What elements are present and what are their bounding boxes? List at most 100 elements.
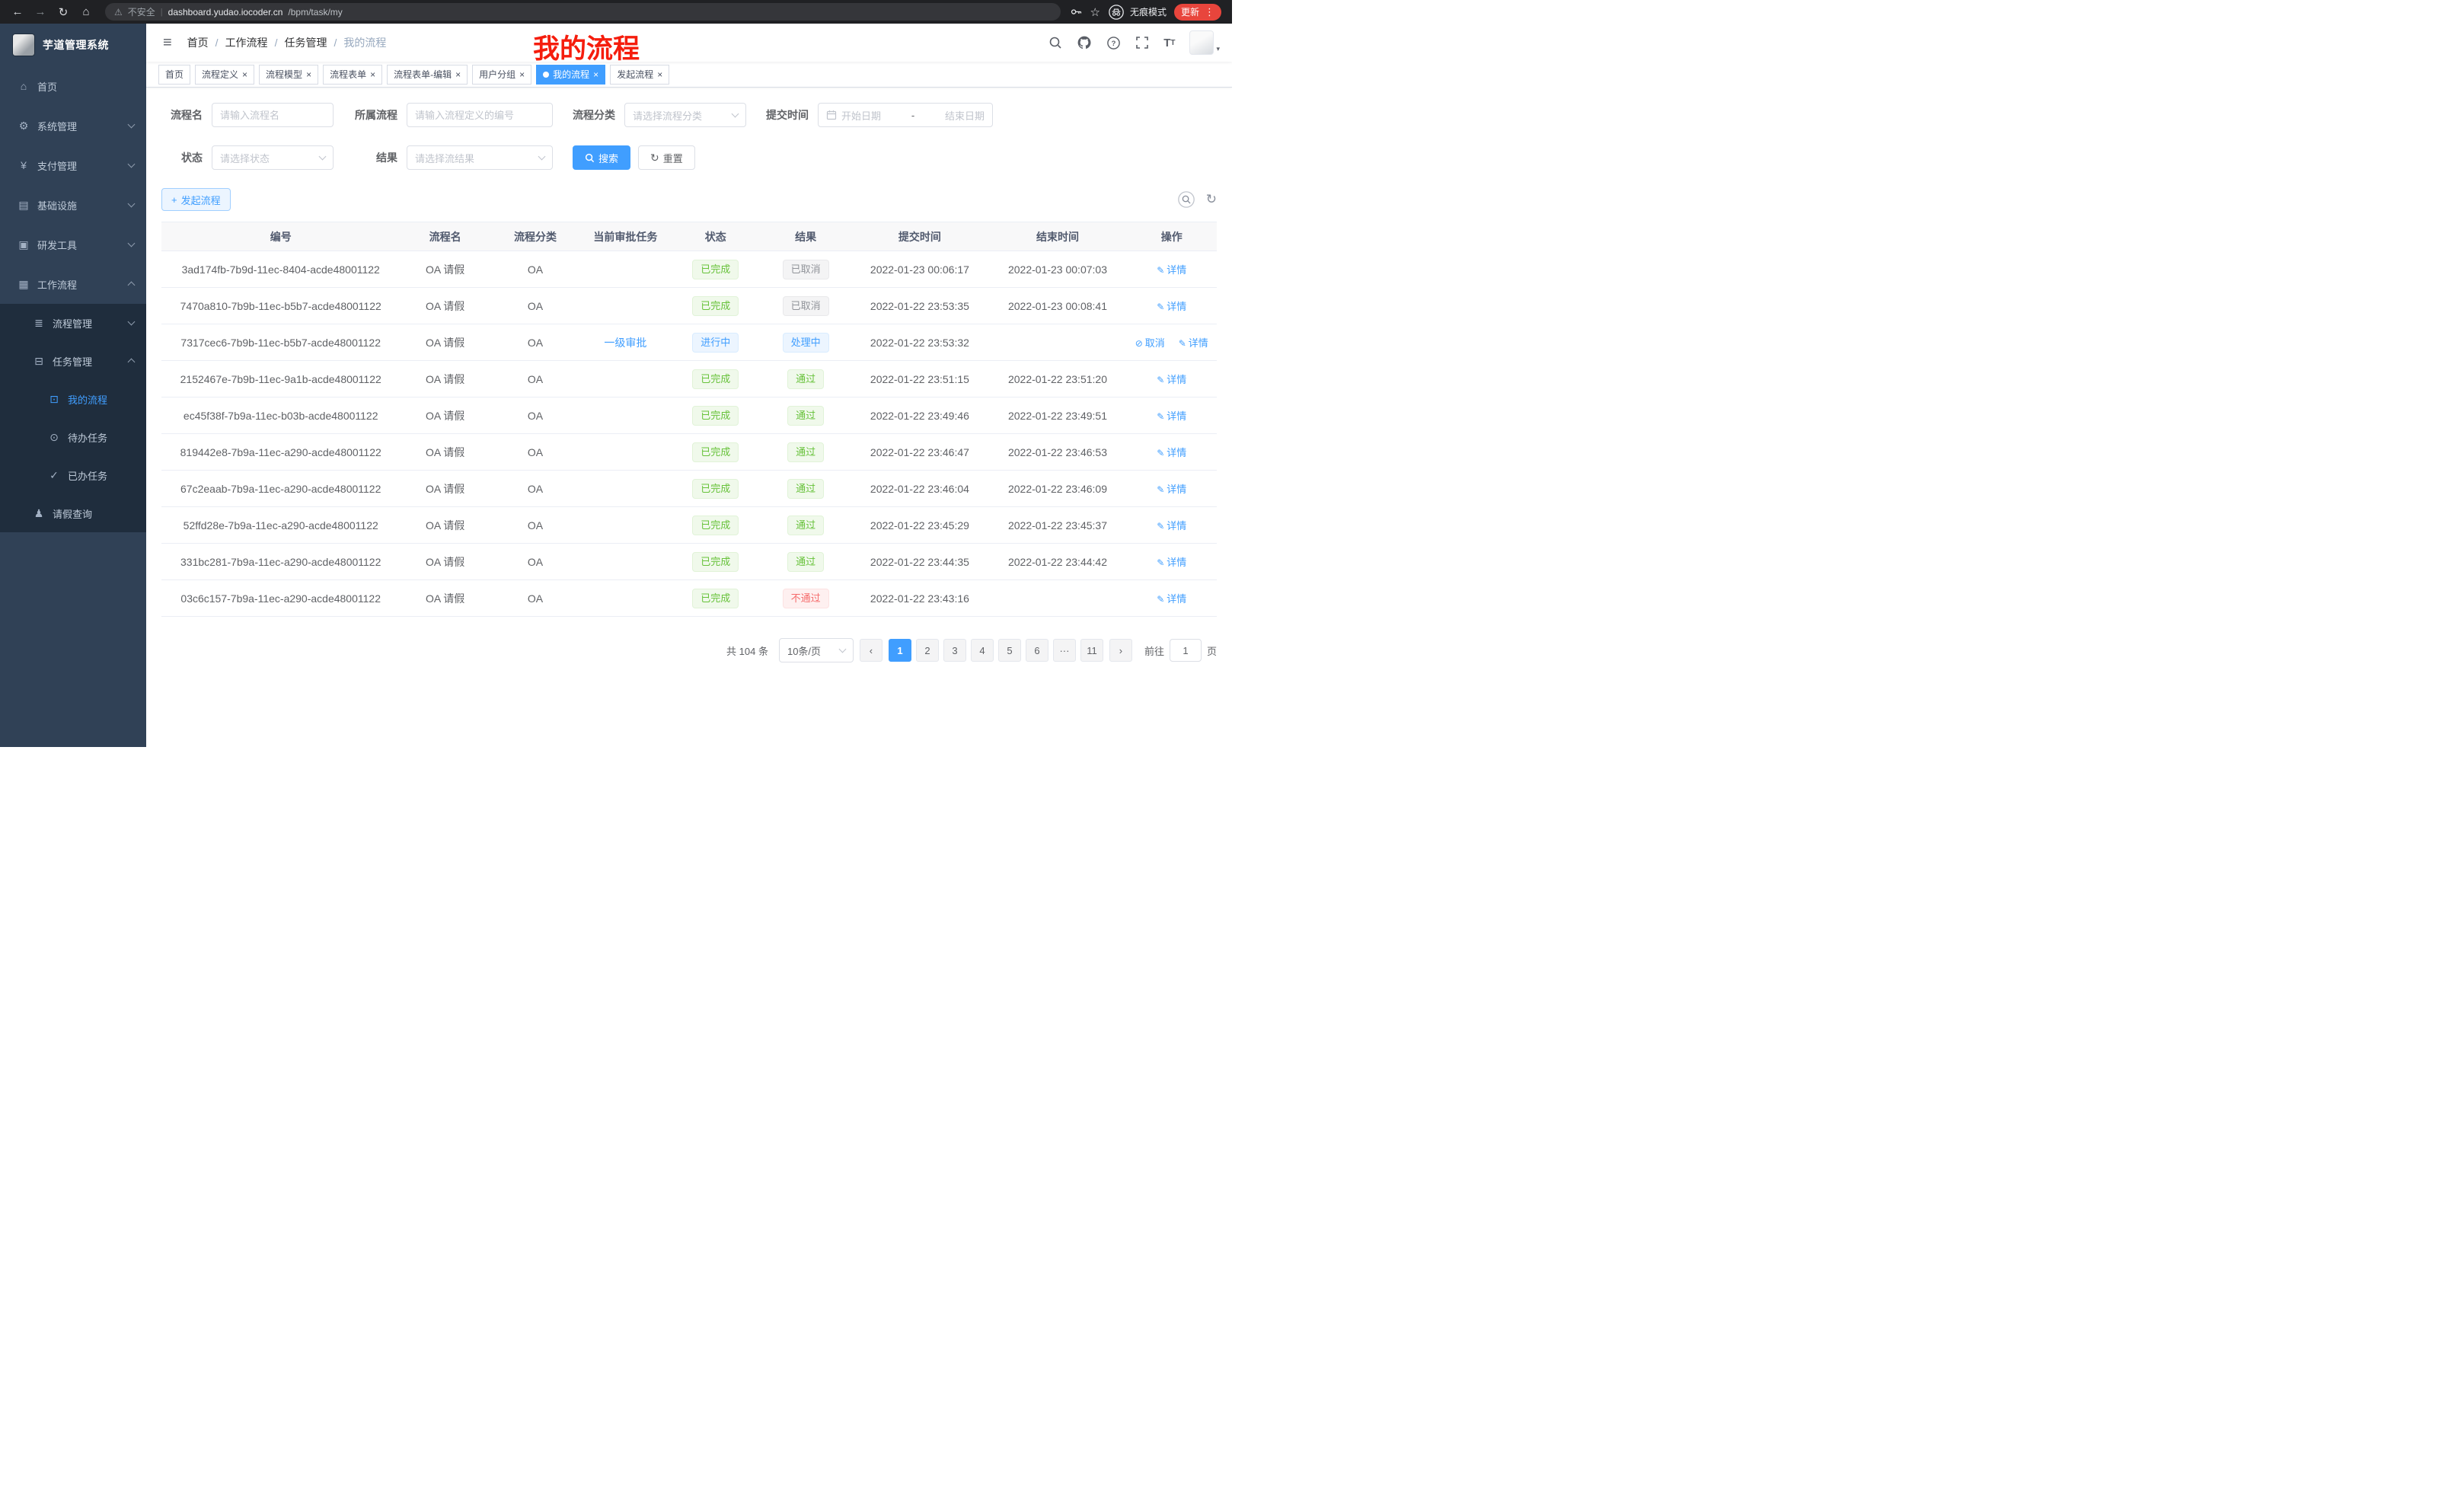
page-button[interactable]: ···: [1053, 639, 1076, 662]
sidebar-item-infrastructure[interactable]: ▤ 基础设施: [0, 185, 146, 225]
cell-actions: ✎详情: [1127, 507, 1217, 544]
next-page-button[interactable]: ›: [1109, 639, 1132, 662]
cell-result: 处理中: [761, 324, 851, 361]
tab-user-group[interactable]: 用户分组 ×: [472, 65, 531, 85]
fullscreen-icon[interactable]: [1135, 36, 1149, 49]
refresh-table-icon[interactable]: ↻: [1206, 192, 1217, 207]
tab-process-model[interactable]: 流程模型 ×: [259, 65, 318, 85]
status-select[interactable]: 请选择状态: [212, 145, 334, 170]
update-button[interactable]: 更新 ⋮: [1174, 4, 1221, 21]
detail-action[interactable]: ✎详情: [1157, 374, 1186, 385]
cell-actions: ✎详情: [1127, 471, 1217, 507]
sidebar-item-system-management[interactable]: ⚙ 系统管理: [0, 106, 146, 145]
detail-action[interactable]: ✎详情: [1157, 447, 1186, 458]
tab-home[interactable]: 首页: [158, 65, 190, 85]
app-logo[interactable]: 芋道管理系统: [0, 24, 146, 66]
browser-menu-icon[interactable]: ⋮: [1205, 6, 1214, 18]
sidebar-item-home[interactable]: ⌂ 首页: [0, 66, 146, 106]
tab-process-form[interactable]: 流程表单 ×: [323, 65, 382, 85]
detail-action[interactable]: ✎详情: [1157, 520, 1186, 532]
page-button[interactable]: 11: [1080, 639, 1103, 662]
detail-action[interactable]: ✎详情: [1157, 264, 1186, 276]
close-icon[interactable]: ×: [455, 70, 461, 79]
table-row: 03c6c157-7b9a-11ec-a290-acde48001122 OA …: [161, 580, 1217, 617]
cell-result: 通过: [761, 397, 851, 434]
tab-process-definition[interactable]: 流程定义 ×: [195, 65, 254, 85]
close-icon[interactable]: ×: [370, 70, 375, 79]
breadcrumb-item[interactable]: 首页: [187, 35, 209, 50]
page-button[interactable]: 1: [889, 639, 911, 662]
detail-action[interactable]: ✎详情: [1157, 301, 1186, 312]
search-icon[interactable]: [1048, 36, 1062, 49]
detail-action[interactable]: ✎详情: [1157, 557, 1186, 568]
page-button[interactable]: 5: [998, 639, 1021, 662]
detail-action[interactable]: ✎详情: [1157, 593, 1186, 605]
page-size-select[interactable]: 10条/页: [779, 638, 854, 662]
sidebar-item-task-management[interactable]: ⊟ 任务管理: [0, 342, 146, 380]
sidebar-item-todo-tasks[interactable]: ⊙ 待办任务: [0, 418, 146, 456]
sidebar-item-process-management[interactable]: ≣ 流程管理: [0, 304, 146, 342]
breadcrumb-item[interactable]: 工作流程: [225, 35, 268, 50]
tab-process-form-edit[interactable]: 流程表单-编辑 ×: [387, 65, 468, 85]
help-icon[interactable]: ?: [1106, 36, 1121, 50]
category-select[interactable]: 请选择流程分类: [624, 103, 746, 127]
page-jump-input[interactable]: [1170, 639, 1202, 662]
tab-my-process[interactable]: 我的流程 ×: [536, 65, 605, 85]
cell-id: 819442e8-7b9a-11ec-a290-acde48001122: [161, 434, 400, 471]
close-icon[interactable]: ×: [657, 70, 662, 79]
reset-button[interactable]: ↻ 重置: [638, 145, 695, 170]
cancel-action[interactable]: ⊘取消: [1135, 337, 1165, 349]
incognito-label: 无痕模式: [1130, 5, 1167, 18]
page-button[interactable]: 3: [943, 639, 966, 662]
close-icon[interactable]: ×: [593, 70, 598, 79]
close-icon[interactable]: ×: [306, 70, 311, 79]
start-process-button[interactable]: + 发起流程: [161, 188, 231, 211]
tab-label: 首页: [165, 68, 184, 81]
tab-start-process[interactable]: 发起流程 ×: [610, 65, 669, 85]
edit-icon: ✎: [1157, 448, 1164, 458]
sidebar-item-workflow[interactable]: ▦ 工作流程: [0, 264, 146, 304]
submit-time-range-picker[interactable]: 开始日期 - 结束日期: [818, 103, 993, 127]
bookmark-star-icon[interactable]: ☆: [1090, 5, 1100, 19]
detail-action[interactable]: ✎详情: [1157, 484, 1186, 495]
page-button[interactable]: 2: [916, 639, 939, 662]
result-select[interactable]: 请选择流结果: [407, 145, 553, 170]
browser-back-button[interactable]: ←: [8, 2, 27, 22]
page: ← → ↻ ⌂ ⚠ 不安全 | dashboard.yudao.iocoder.…: [0, 0, 1232, 747]
close-icon[interactable]: ×: [519, 70, 525, 79]
process-definition-input[interactable]: [407, 103, 553, 127]
font-size-icon[interactable]: TT: [1163, 37, 1175, 49]
close-icon[interactable]: ×: [242, 70, 247, 79]
cell-current-task: [580, 434, 670, 471]
page-button[interactable]: 4: [971, 639, 994, 662]
sidebar-item-my-process[interactable]: ⊡ 我的流程: [0, 380, 146, 418]
prev-page-button[interactable]: ‹: [860, 639, 883, 662]
sidebar-item-payment-management[interactable]: ¥ 支付管理: [0, 145, 146, 185]
breadcrumb-item[interactable]: 任务管理: [284, 35, 327, 50]
browser-forward-button[interactable]: →: [30, 2, 50, 22]
sidebar-menu: ⌂ 首页 ⚙ 系统管理 ¥ 支付管理: [0, 66, 146, 532]
sidebar-item-leave-query[interactable]: ♟ 请假查询: [0, 494, 146, 532]
browser-reload-button[interactable]: ↻: [53, 2, 73, 22]
task-link[interactable]: 一级审批: [604, 337, 646, 349]
address-bar[interactable]: ⚠ 不安全 | dashboard.yudao.iocoder.cn/bpm/t…: [105, 3, 1061, 21]
browser-home-button[interactable]: ⌂: [76, 2, 96, 22]
key-icon[interactable]: [1070, 5, 1083, 18]
detail-action[interactable]: ✎详情: [1157, 410, 1186, 422]
process-name-input[interactable]: [212, 103, 334, 127]
cell-status: 已完成: [671, 397, 761, 434]
show-search-icon[interactable]: [1177, 190, 1195, 209]
search-button[interactable]: 搜索: [573, 145, 630, 170]
github-icon[interactable]: [1077, 35, 1092, 50]
cell-category: OA: [490, 288, 580, 324]
sidebar-toggle-icon[interactable]: ≡: [158, 34, 177, 52]
top-navbar: ≡ 首页 / 工作流程 /: [146, 24, 1232, 62]
page-button[interactable]: 6: [1026, 639, 1048, 662]
sidebar-item-done-tasks[interactable]: ✓ 已办任务: [0, 456, 146, 494]
column-header: 结果: [761, 222, 851, 251]
user-menu[interactable]: ▾: [1189, 30, 1220, 55]
detail-action[interactable]: ✎详情: [1179, 337, 1208, 349]
delete-icon: ⊘: [1135, 338, 1143, 349]
sidebar-item-devtools[interactable]: ▣ 研发工具: [0, 225, 146, 264]
active-dot: [543, 72, 549, 78]
